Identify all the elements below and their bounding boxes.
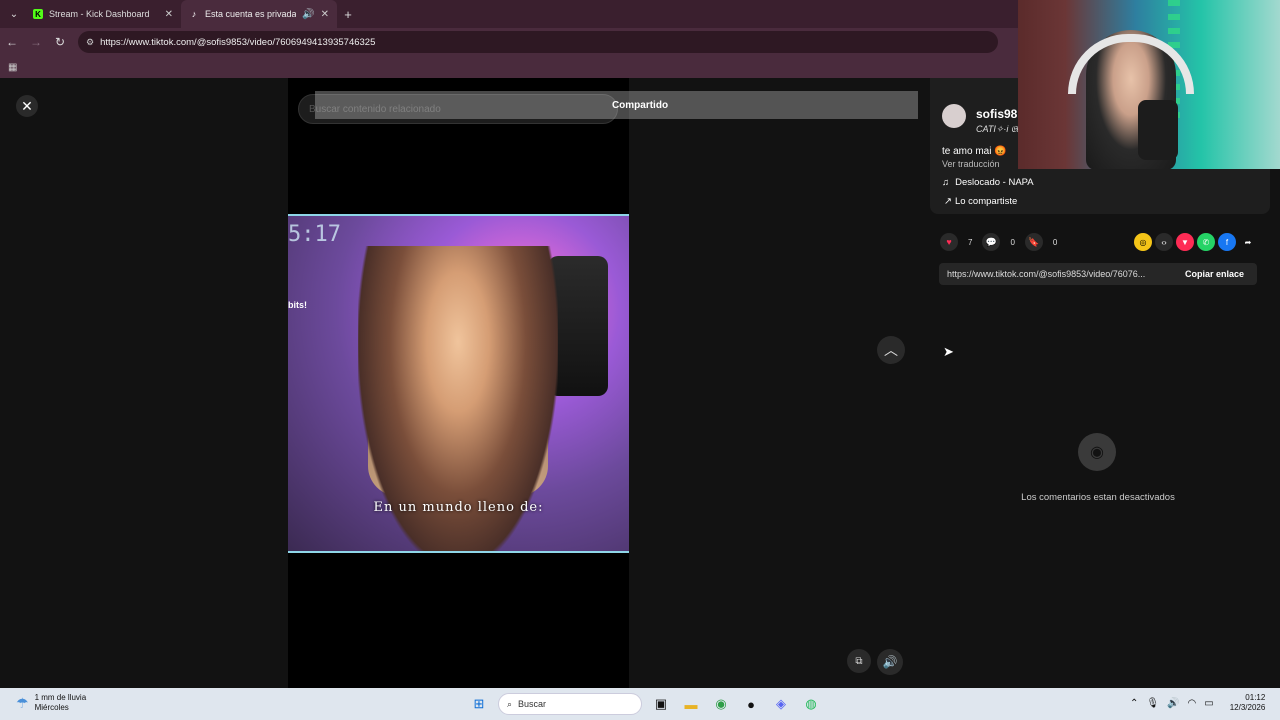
taskbar-apps: ⊞ ⌕ Buscar ▣ ▬ ◉ ● ◈ ◍ xyxy=(468,693,822,715)
volume-icon[interactable]: 🔊 xyxy=(877,649,903,675)
share-icons: ◎ ‹› ▼ ✆ f ➦ xyxy=(1134,233,1257,251)
file-explorer-icon[interactable]: ▬ xyxy=(680,693,702,715)
system-tray: ⌃ 🎙 🔊 ◠ ▭ 01:12 12/3/2026 xyxy=(1130,693,1265,713)
clock-time: 01:12 xyxy=(1245,693,1266,702)
search-icon: ⌕ xyxy=(507,698,513,709)
kick-favicon-icon: K xyxy=(33,9,43,19)
battery-icon[interactable]: ▭ xyxy=(1204,698,1213,709)
tiktok-favicon-icon: ♪ xyxy=(191,9,197,19)
video-description: te amo mai 😡 xyxy=(942,146,1007,157)
windows-start-icon[interactable]: ⊞ xyxy=(468,693,490,715)
wifi-icon[interactable]: ◠ xyxy=(1188,698,1197,709)
taskbar-search-label: Buscar xyxy=(518,699,547,709)
chrome-icon[interactable]: ◉ xyxy=(710,693,732,715)
discord-icon[interactable]: ◈ xyxy=(770,693,792,715)
copy-link-button[interactable]: Copiar enlace xyxy=(1185,269,1244,279)
tab-title: Stream - Kick Dashboard xyxy=(49,9,150,19)
spotify-icon[interactable]: ◍ xyxy=(800,693,822,715)
url-text: https://www.tiktok.com/@sofis9853/video/… xyxy=(100,36,376,48)
clock-date: 12/3/2026 xyxy=(1229,703,1266,712)
like-count: 7 xyxy=(968,237,973,247)
avatar[interactable] xyxy=(942,104,966,128)
tab-close-icon[interactable]: ✕ xyxy=(321,9,329,20)
username[interactable]: sofis98 xyxy=(976,107,1017,121)
bookmark-icon[interactable]: 🔖 xyxy=(1024,233,1043,251)
weather-day: Miércoles xyxy=(34,703,69,712)
tab-close-icon[interactable]: ✕ xyxy=(165,9,173,20)
music-row[interactable]: ♫ Deslocado - NAPA xyxy=(942,177,1034,188)
webcam-microphone-shape xyxy=(1138,100,1178,160)
video-frame[interactable]: 5:17 bits! En un mundo lleno de: xyxy=(288,214,629,553)
send-icon[interactable]: ▼ xyxy=(1176,233,1194,251)
taskbar-search[interactable]: ⌕ Buscar xyxy=(498,693,642,715)
video-overlay-text: bits! xyxy=(288,300,307,310)
floating-player-icon[interactable]: ⧉ xyxy=(847,649,871,673)
like-icon[interactable]: ♥ xyxy=(940,233,958,251)
share-arrow-icon: ↗ xyxy=(944,196,952,207)
whatsapp-icon[interactable]: ✆ xyxy=(1197,233,1215,251)
embed-icon[interactable]: ‹› xyxy=(1155,233,1173,251)
back-icon[interactable]: ← xyxy=(0,35,24,49)
site-info-icon[interactable]: ⚙ xyxy=(86,37,94,48)
tab-title: Esta cuenta es privada. Sig xyxy=(205,9,297,19)
apps-grid-icon[interactable]: ▦ xyxy=(8,62,17,73)
previous-video-button[interactable]: ︿ xyxy=(877,336,905,364)
speaker-icon[interactable]: 🔊 xyxy=(1167,698,1179,709)
webcam-overlay xyxy=(1018,0,1280,169)
obs-icon[interactable]: ● xyxy=(740,693,762,715)
comments-disabled-icon: ◉ xyxy=(1078,433,1116,471)
coin-icon[interactable]: ◎ xyxy=(1134,233,1152,251)
shared-label: Lo compartiste xyxy=(954,196,1018,207)
music-note-icon: ♫ xyxy=(942,177,950,188)
weather-text: 1 mm de lluvia xyxy=(34,693,87,702)
comments-disabled-text: Los comentarios estan desactivados xyxy=(1021,492,1175,503)
rain-icon: ☂ xyxy=(16,694,29,711)
right-panel: sofis98 CATI✧·i 𝔈ℓ te amo mai 😡 Ver trad… xyxy=(918,78,1280,688)
reload-icon[interactable]: ↻ xyxy=(48,35,72,49)
translate-link[interactable]: Ver traducción xyxy=(942,159,1000,169)
speaker-icon[interactable]: 🔊 xyxy=(302,9,314,20)
task-view-icon[interactable]: ▣ xyxy=(650,693,672,715)
clock[interactable]: 01:12 12/3/2026 xyxy=(1230,693,1266,713)
close-button[interactable]: ✕ xyxy=(16,95,38,117)
new-tab-button[interactable]: + xyxy=(337,7,359,22)
forward-icon[interactable]: → xyxy=(24,35,48,49)
save-count: 0 xyxy=(1052,237,1058,247)
weather-widget[interactable]: ☂ 1 mm de lluvia Miércoles xyxy=(16,693,86,713)
video-caption: En un mundo lleno de: xyxy=(373,500,544,515)
shared-toast: Compartido xyxy=(315,91,965,119)
comment-icon[interactable]: 💬 xyxy=(982,233,1001,251)
share-link-box: https://www.tiktok.com/@sofis9853/video/… xyxy=(939,263,1257,285)
microphone-icon[interactable]: 🎙 xyxy=(1146,698,1159,709)
comment-count: 0 xyxy=(1010,237,1015,247)
share-link-text[interactable]: https://www.tiktok.com/@sofis9853/video/… xyxy=(947,269,1173,279)
video-overlay-time: 5:17 xyxy=(288,222,341,247)
stats-row: ♥ 7 💬 0 🔖 0 xyxy=(940,233,1057,251)
tab-search-chevron-icon[interactable]: ⌄ xyxy=(3,3,25,25)
tab-kick-dashboard[interactable]: K Stream - Kick Dashboard ✕ xyxy=(25,0,181,28)
share-icon[interactable]: ➦ xyxy=(1239,233,1257,251)
tab-tiktok[interactable]: ♪ Esta cuenta es privada. Sig 🔊 ✕ xyxy=(181,0,337,28)
shared-row: ↗ Lo compartiste xyxy=(944,196,1017,207)
taskbar: ☂ 1 mm de lluvia Miércoles ⊞ ⌕ Buscar ▣ … xyxy=(0,688,1280,720)
url-field[interactable]: ⚙ https://www.tiktok.com/@sofis9853/vide… xyxy=(78,31,998,53)
mouse-cursor-icon: ➤ xyxy=(943,344,954,359)
tiktok-video-page: ✕ 5:17 bits! En un mundo lleno de: Busca… xyxy=(0,78,1280,688)
facebook-icon[interactable]: f xyxy=(1218,233,1236,251)
music-title: Deslocado - NAPA xyxy=(955,177,1034,188)
chevron-up-icon[interactable]: ⌃ xyxy=(1130,698,1138,709)
display-name: CATI✧·i 𝔈ℓ xyxy=(976,124,1020,134)
